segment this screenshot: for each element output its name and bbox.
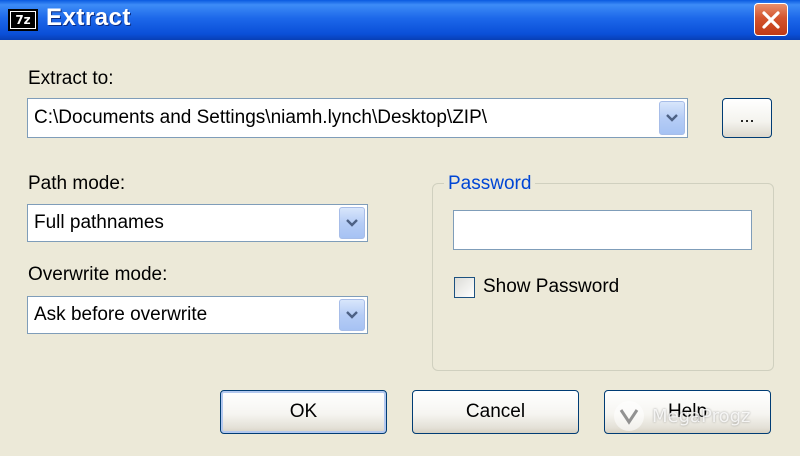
watermark-text: MegaProgz (652, 405, 751, 427)
path-mode-label: Path mode: (28, 173, 126, 194)
chevron-down-icon (346, 311, 358, 319)
close-button[interactable] (754, 3, 788, 36)
watermark: MegaProgz (612, 398, 751, 434)
path-mode-select[interactable]: Full pathnames (27, 204, 368, 242)
title-bar[interactable]: 7z Extract (0, 0, 800, 40)
overwrite-mode-select[interactable]: Ask before overwrite (27, 296, 368, 334)
dialog-client-area: Extract to: C:\Documents and Settings\ni… (0, 40, 800, 456)
password-input[interactable] (453, 210, 752, 250)
extract-to-label: Extract to: (28, 68, 114, 89)
overwrite-mode-dropdown-button[interactable] (339, 299, 365, 331)
password-group-legend: Password (444, 173, 536, 195)
overwrite-mode-label: Overwrite mode: (28, 264, 168, 285)
show-password-label[interactable]: Show Password (483, 276, 619, 298)
chevron-down-icon (346, 219, 358, 227)
extract-to-combobox[interactable]: C:\Documents and Settings\niamh.lynch\De… (27, 98, 688, 138)
path-mode-dropdown-button[interactable] (339, 207, 365, 239)
chevron-down-icon (666, 114, 678, 122)
overwrite-mode-value: Ask before overwrite (34, 304, 208, 325)
window-title: Extract (46, 4, 131, 31)
megaprogz-logo-icon (614, 401, 644, 431)
extract-to-dropdown-button[interactable] (659, 101, 685, 135)
cancel-button[interactable]: Cancel (412, 390, 579, 434)
path-mode-value: Full pathnames (34, 212, 164, 233)
app-icon-label: 7z (11, 12, 35, 28)
ok-button[interactable]: OK (220, 390, 387, 434)
extract-to-path: C:\Documents and Settings\niamh.lynch\De… (34, 107, 488, 128)
browse-button[interactable]: ... (722, 98, 772, 138)
show-password-checkbox[interactable] (454, 277, 475, 298)
7zip-app-icon: 7z (8, 9, 38, 31)
close-x-icon (762, 10, 780, 29)
